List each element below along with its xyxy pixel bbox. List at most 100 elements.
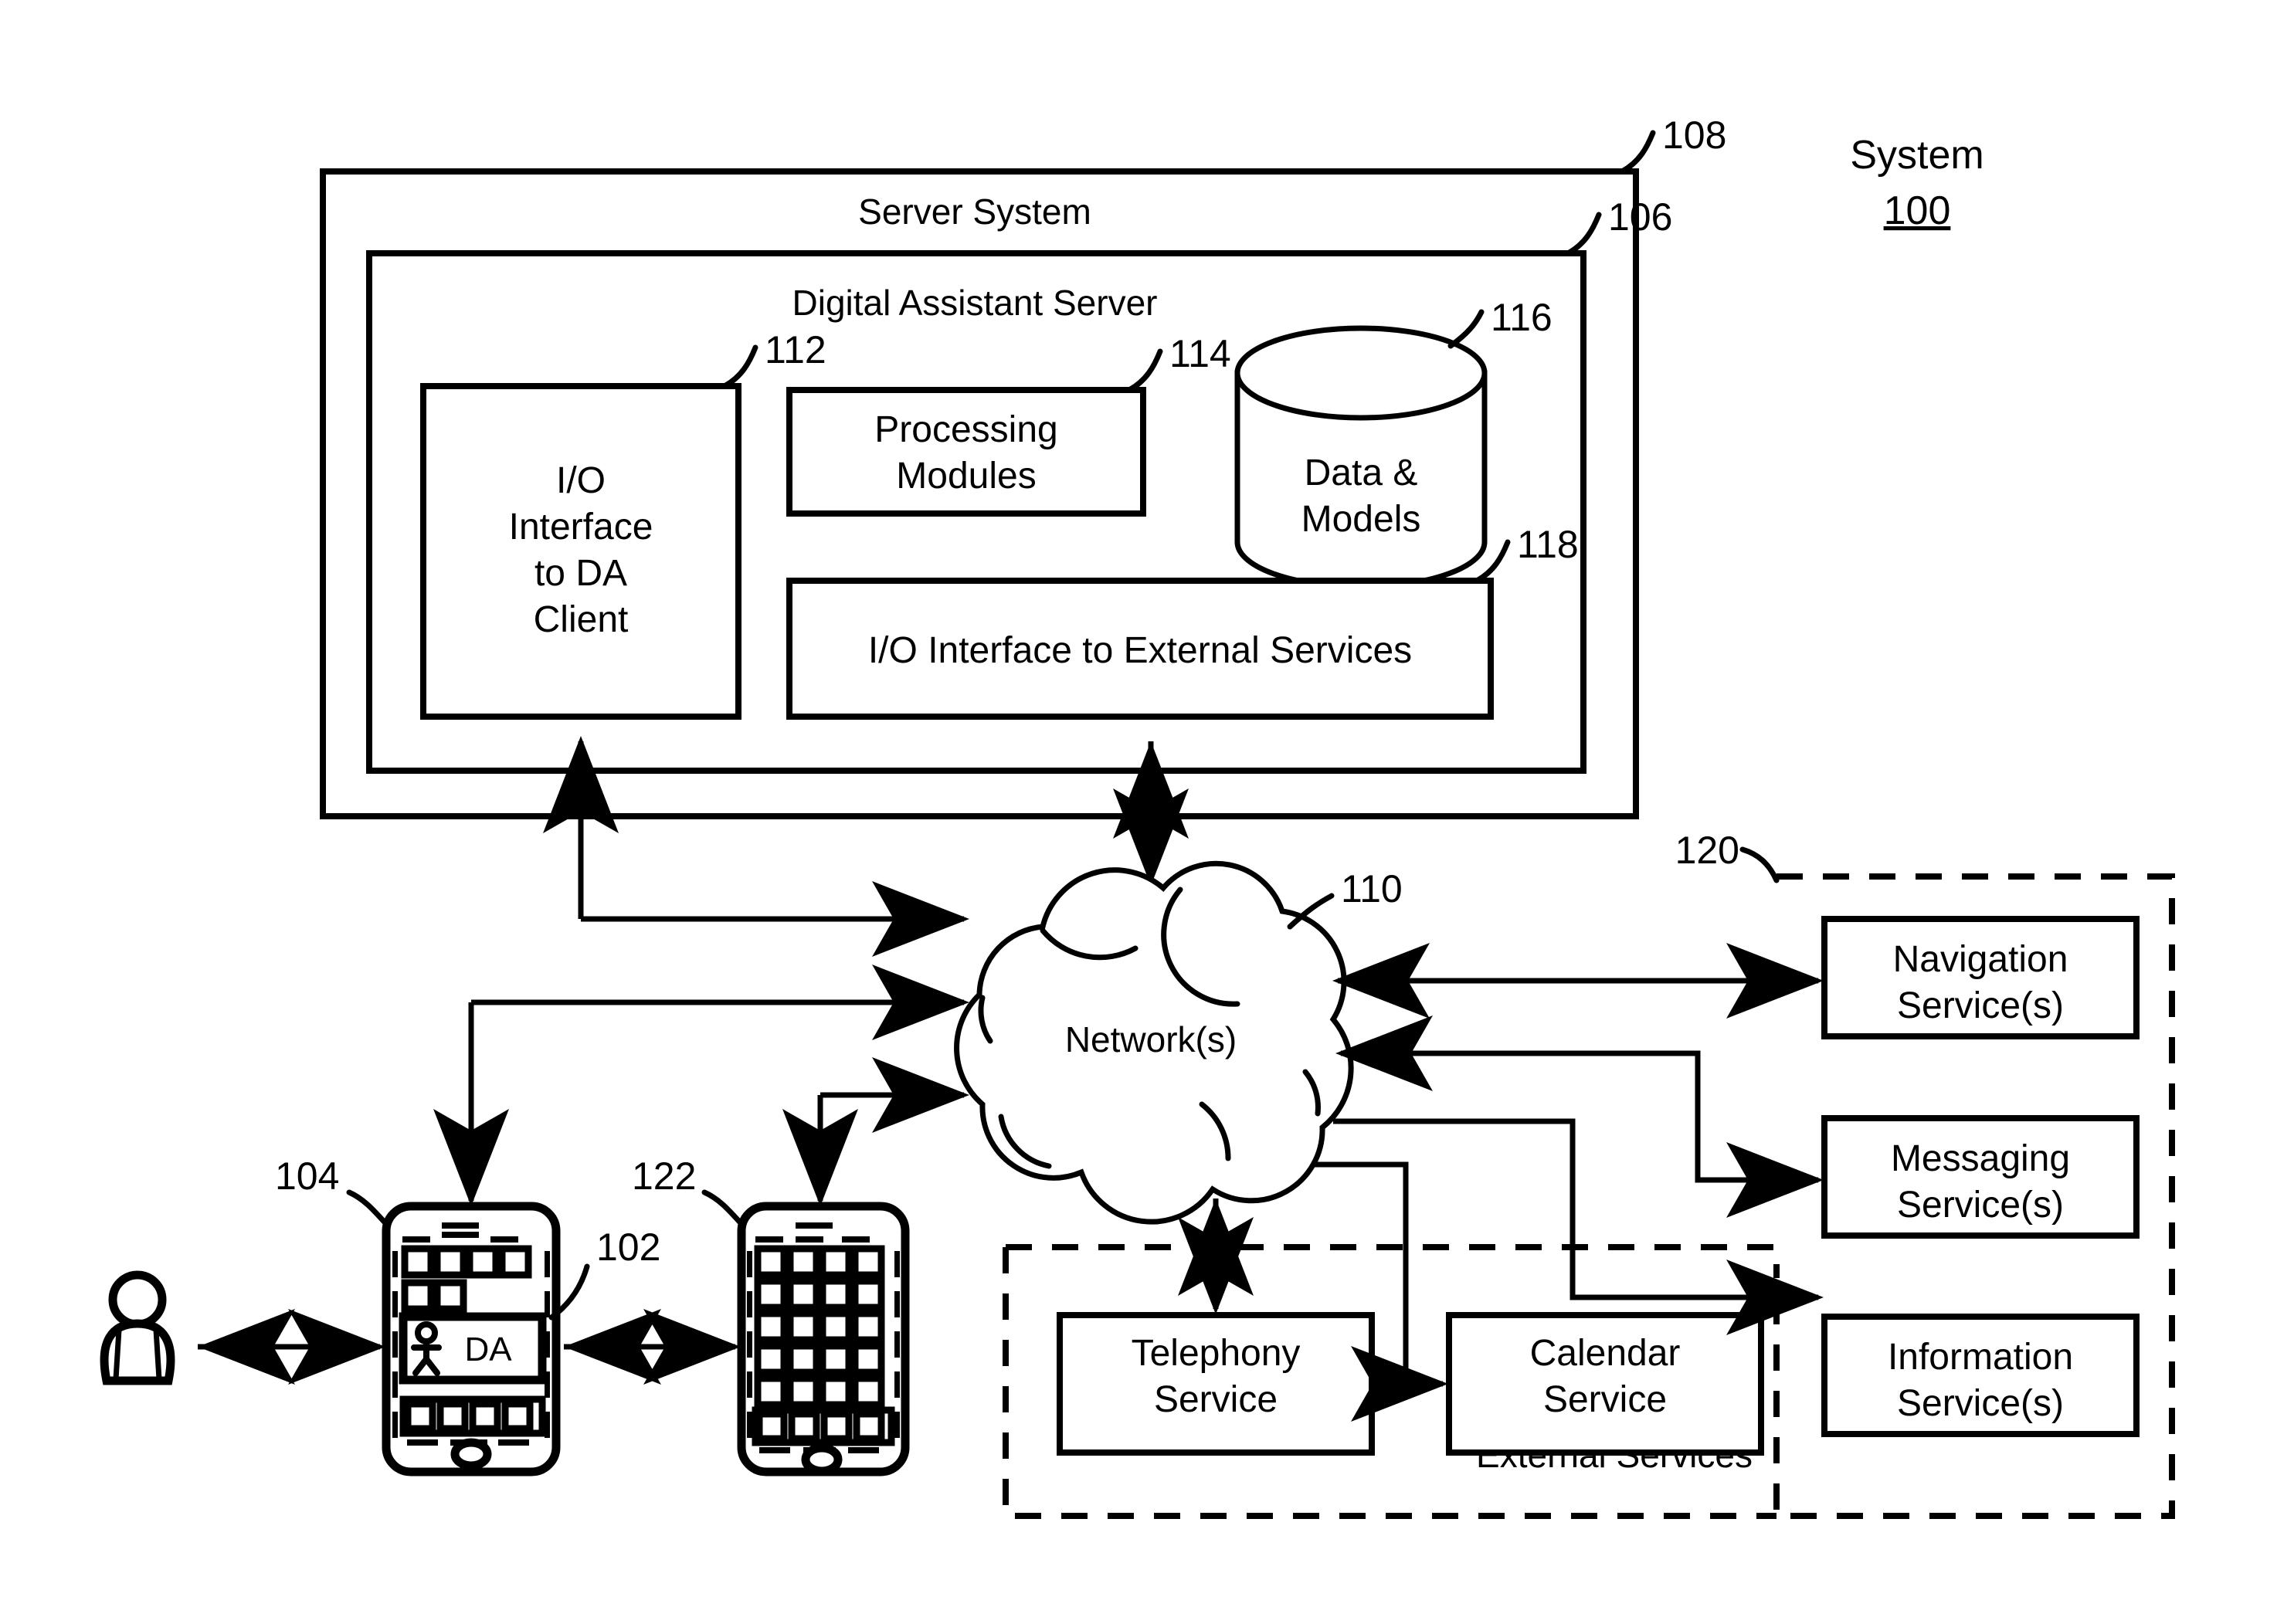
device-104-edge-tick: [392, 1331, 398, 1358]
app-icon[interactable]: [786, 1245, 820, 1279]
ref-122: 122: [632, 1154, 696, 1198]
da-client-label: DA: [464, 1331, 512, 1368]
app-icon[interactable]: [401, 1279, 435, 1313]
app-icon[interactable]: [786, 1310, 820, 1344]
device-122-edge-tick: [747, 1371, 752, 1398]
device-122-home-button[interactable]: [801, 1443, 843, 1476]
messaging-service-line-2: Service(s): [1897, 1185, 2064, 1226]
telephony-service-line-2: Service: [1154, 1379, 1278, 1420]
system-number: 100: [1884, 188, 1951, 233]
app-icon[interactable]: [401, 1245, 435, 1279]
app-icon[interactable]: [433, 1279, 467, 1313]
dock-icon[interactable]: [755, 1410, 788, 1443]
app-icon[interactable]: [851, 1245, 885, 1279]
device-104-home-button[interactable]: [450, 1438, 492, 1470]
io-external-services-label: I/O Interface to External Services: [868, 630, 1412, 671]
device-122-edge-tick: [747, 1412, 752, 1438]
app-icon[interactable]: [819, 1277, 853, 1311]
device-122-edge-tick: [747, 1251, 752, 1277]
device-104-edge-tick: [392, 1371, 398, 1398]
navigation-service-line-2: Service(s): [1897, 985, 2064, 1026]
system-label: System: [1850, 133, 1983, 178]
device-122-status-left: [755, 1236, 783, 1243]
app-icon[interactable]: [851, 1342, 885, 1376]
io-interface-da-client-box: [420, 383, 741, 720]
io-da-client-line-4: Client: [534, 599, 629, 640]
ref-114: 114: [1169, 332, 1231, 375]
device-104-edge-tick: [545, 1251, 550, 1277]
device-104-status-right: [490, 1236, 518, 1243]
device-122-bottom-bar: [759, 1447, 790, 1453]
app-icon[interactable]: [851, 1277, 885, 1311]
device-104-bottom-bar: [498, 1439, 529, 1446]
digital-assistant-server-title: Digital Assistant Server: [792, 283, 1158, 323]
device-122[interactable]: [737, 1202, 910, 1477]
connector-network-messaging-left: [1335, 1015, 1818, 1183]
app-icon[interactable]: [819, 1342, 853, 1376]
telephony-service-line-1: Telephony: [1132, 1333, 1301, 1374]
ref-116: 116: [1491, 296, 1553, 339]
app-icon[interactable]: [754, 1342, 788, 1376]
dock-icon[interactable]: [404, 1400, 436, 1432]
dock-icon[interactable]: [501, 1400, 534, 1432]
ref-leader-122: [701, 1189, 745, 1227]
device-104-status-left: [402, 1236, 430, 1243]
ref-leader-104: [346, 1189, 389, 1227]
app-icon[interactable]: [786, 1342, 820, 1376]
app-icon[interactable]: [754, 1375, 788, 1409]
ref-leader-120: [1739, 846, 1780, 883]
information-service-line-1: Information: [1888, 1337, 2073, 1378]
ref-106: 106: [1608, 195, 1672, 239]
ref-110: 110: [1341, 867, 1403, 910]
io-da-client-line-3: to DA: [534, 553, 627, 594]
app-icon[interactable]: [786, 1375, 820, 1409]
data-models-line-1: Data &: [1305, 453, 1418, 493]
network-label: Network(s): [1065, 1019, 1237, 1059]
io-da-client-line-1: I/O: [556, 460, 606, 501]
dock-icon[interactable]: [436, 1400, 469, 1432]
app-icon[interactable]: [819, 1375, 853, 1409]
app-icon[interactable]: [498, 1245, 532, 1279]
device-122-edge-tick: [894, 1291, 900, 1317]
ref-102: 102: [596, 1226, 660, 1269]
app-icon[interactable]: [754, 1310, 788, 1344]
io-da-client-line-2: Interface: [509, 507, 653, 548]
app-icon[interactable]: [754, 1277, 788, 1311]
app-icon[interactable]: [851, 1310, 885, 1344]
ref-118: 118: [1517, 523, 1579, 566]
calendar-service-line-2: Service: [1543, 1379, 1667, 1420]
data-models-line-2: Models: [1301, 499, 1421, 540]
device-122-edge-tick: [894, 1251, 900, 1277]
device-104-speaker: [442, 1222, 479, 1229]
device-104-edge-tick: [392, 1412, 398, 1438]
device-122-edge-tick: [894, 1371, 900, 1398]
app-icon[interactable]: [819, 1310, 853, 1344]
user-avatar: [100, 1270, 175, 1385]
app-icon[interactable]: [754, 1245, 788, 1279]
ref-120: 120: [1675, 829, 1739, 872]
dock-icon[interactable]: [820, 1410, 853, 1443]
ref-104: 104: [275, 1154, 339, 1198]
connector-messaging-to-network: [1341, 1050, 1824, 1218]
app-icon[interactable]: [786, 1277, 820, 1311]
app-icon[interactable]: [851, 1375, 885, 1409]
app-icon[interactable]: [819, 1245, 853, 1279]
calendar-service-line-1: Calendar: [1530, 1333, 1681, 1374]
app-icon[interactable]: [433, 1245, 467, 1279]
messaging-service-line-1: Messaging: [1891, 1138, 2070, 1179]
ref-108: 108: [1662, 114, 1726, 157]
processing-modules-line-1: Processing: [874, 409, 1057, 450]
app-icon[interactable]: [466, 1245, 500, 1279]
dock-icon[interactable]: [788, 1410, 820, 1443]
dock-icon[interactable]: [853, 1410, 885, 1443]
device-122-bottom-bar: [848, 1447, 879, 1453]
device-122-edge-tick: [894, 1412, 900, 1438]
device-122-edge-tick: [747, 1291, 752, 1317]
ref-112: 112: [765, 328, 826, 371]
device-104[interactable]: DA: [382, 1202, 561, 1477]
device-104-edge-tick: [392, 1291, 398, 1317]
ref-leader-108: [1619, 130, 1656, 175]
device-122-edge-tick: [747, 1331, 752, 1358]
dock-icon[interactable]: [469, 1400, 501, 1432]
device-104-edge-tick: [392, 1251, 398, 1277]
